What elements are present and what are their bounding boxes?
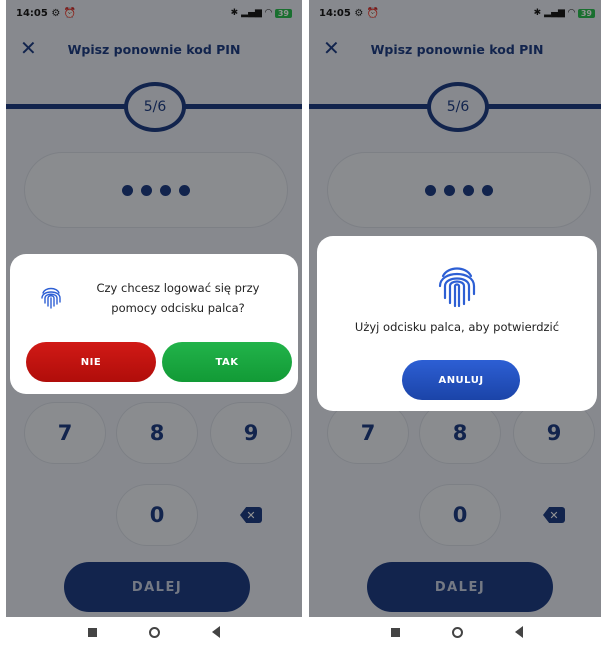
dialog-message: Użyj odcisku palca, aby potwierdzić: [354, 320, 560, 334]
system-nav-bar: [6, 617, 302, 647]
home-icon[interactable]: [452, 626, 463, 638]
back-icon[interactable]: [212, 626, 220, 638]
fingerprint-scan-dialog: Użyj odcisku palca, aby potwierdzić ANUL…: [317, 236, 597, 411]
home-icon[interactable]: [149, 626, 160, 638]
phone-screen-scan: 14:05 ⚙ ⏰ ✱ ▂▄▆ ◠ 39 ✕ Wpisz ponownie ko…: [309, 0, 601, 647]
system-nav-bar: [309, 617, 601, 647]
dialog-message: Czy chcesz logować się przy pomocy odcis…: [96, 281, 260, 315]
fingerprint-consent-dialog: Czy chcesz logować się przy pomocy odcis…: [10, 254, 298, 394]
recent-apps-icon[interactable]: [88, 627, 97, 637]
fingerprint-icon: [41, 287, 61, 309]
recent-apps-icon[interactable]: [391, 627, 400, 637]
fingerprint-icon: [438, 267, 476, 308]
back-icon[interactable]: [515, 626, 523, 638]
phone-screen-consent: 14:05 ⚙ ⏰ ✱ ▂▄▆ ◠ 39 ✕ Wpisz ponownie ko…: [6, 0, 302, 647]
nie-button[interactable]: NIE: [26, 342, 156, 382]
anuluj-button[interactable]: ANULUJ: [402, 360, 520, 400]
tak-button[interactable]: TAK: [162, 342, 292, 382]
